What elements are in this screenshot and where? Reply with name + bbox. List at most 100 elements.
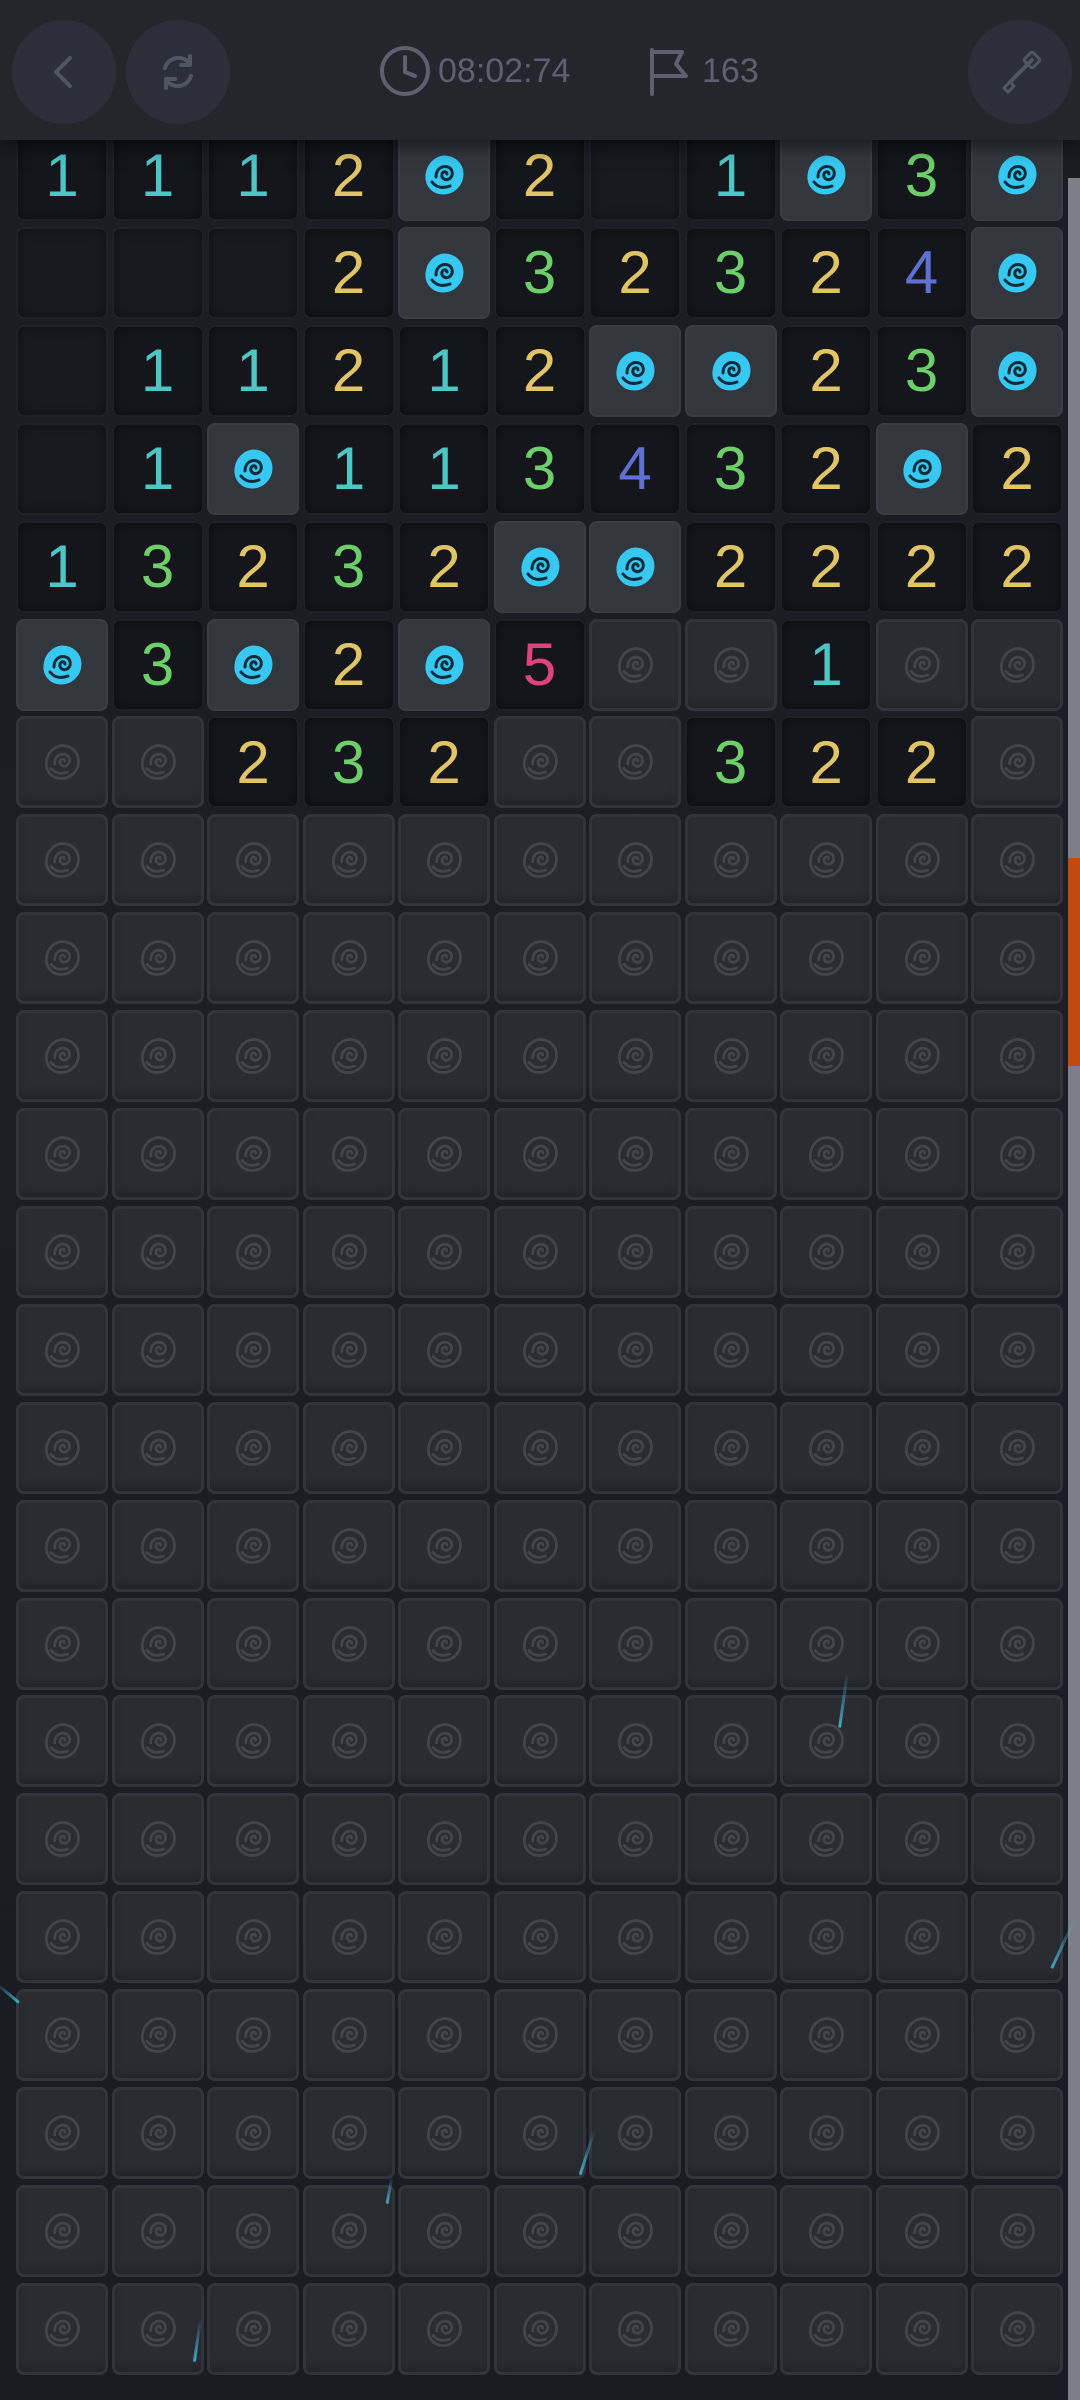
hidden-cell[interactable] — [398, 2087, 490, 2179]
hidden-cell[interactable] — [16, 814, 108, 907]
number-cell[interactable]: 2 — [207, 520, 299, 613]
hidden-cell[interactable] — [589, 1695, 681, 1788]
hidden-cell[interactable] — [398, 1010, 490, 1103]
hidden-cell[interactable] — [684, 618, 777, 711]
hidden-cell[interactable] — [684, 2282, 777, 2375]
hidden-cell[interactable] — [589, 814, 681, 907]
number-cell[interactable]: 2 — [971, 520, 1063, 613]
hidden-cell[interactable] — [684, 1597, 777, 1690]
hidden-cell[interactable] — [302, 2184, 395, 2277]
hidden-cell[interactable] — [684, 1303, 777, 1396]
hidden-cell[interactable] — [207, 1989, 299, 2082]
hidden-cell[interactable] — [302, 1499, 395, 1592]
flagged-cell[interactable] — [971, 324, 1063, 417]
hidden-cell[interactable] — [875, 1891, 968, 1984]
hidden-cell[interactable] — [971, 814, 1063, 907]
hidden-cell[interactable] — [589, 1597, 681, 1690]
flagged-cell[interactable] — [684, 324, 777, 417]
hidden-cell[interactable] — [493, 1597, 586, 1690]
hidden-cell[interactable] — [875, 2087, 968, 2179]
hidden-cell[interactable] — [493, 1695, 586, 1788]
number-cell[interactable]: 2 — [875, 716, 968, 809]
hidden-cell[interactable] — [780, 1205, 872, 1298]
hidden-cell[interactable] — [780, 1401, 872, 1494]
hidden-cell[interactable] — [207, 1597, 299, 1690]
hidden-cell[interactable] — [111, 2282, 204, 2375]
hidden-cell[interactable] — [111, 1205, 204, 1298]
hidden-cell[interactable] — [780, 1010, 872, 1103]
hidden-cell[interactable] — [875, 618, 968, 711]
hidden-cell[interactable] — [16, 1401, 108, 1494]
hidden-cell[interactable] — [589, 1205, 681, 1298]
hidden-cell[interactable] — [780, 912, 872, 1005]
number-cell[interactable]: 2 — [302, 324, 395, 417]
hidden-cell[interactable] — [684, 1401, 777, 1494]
hidden-cell[interactable] — [684, 1891, 777, 1984]
flagged-cell[interactable] — [493, 520, 586, 613]
hidden-cell[interactable] — [398, 1989, 490, 2082]
hidden-cell[interactable] — [398, 2282, 490, 2375]
number-cell[interactable]: 2 — [398, 716, 490, 809]
number-cell[interactable]: 2 — [684, 520, 777, 613]
hidden-cell[interactable] — [16, 1499, 108, 1592]
hidden-cell[interactable] — [780, 2282, 872, 2375]
hidden-cell[interactable] — [207, 1401, 299, 1494]
number-cell[interactable]: 1 — [111, 422, 204, 515]
hidden-cell[interactable] — [971, 618, 1063, 711]
number-cell[interactable]: 3 — [493, 422, 586, 515]
number-cell[interactable]: 3 — [684, 226, 777, 319]
hidden-cell[interactable] — [589, 716, 681, 809]
hidden-cell[interactable] — [111, 1499, 204, 1592]
number-cell[interactable]: 1 — [780, 618, 872, 711]
hidden-cell[interactable] — [207, 2184, 299, 2277]
hidden-cell[interactable] — [589, 2184, 681, 2277]
flagged-cell[interactable] — [398, 226, 490, 319]
hidden-cell[interactable] — [493, 814, 586, 907]
empty-cell[interactable] — [111, 226, 204, 319]
hidden-cell[interactable] — [398, 1891, 490, 1984]
hidden-cell[interactable] — [302, 1695, 395, 1788]
hidden-cell[interactable] — [875, 1793, 968, 1886]
flagged-cell[interactable] — [971, 226, 1063, 319]
number-cell[interactable]: 1 — [111, 129, 204, 221]
hidden-cell[interactable] — [971, 1303, 1063, 1396]
hidden-cell[interactable] — [589, 912, 681, 1005]
hidden-cell[interactable] — [111, 912, 204, 1005]
flagged-cell[interactable] — [16, 618, 108, 711]
hidden-cell[interactable] — [780, 2184, 872, 2277]
number-cell[interactable]: 3 — [684, 422, 777, 515]
hidden-cell[interactable] — [398, 2184, 490, 2277]
number-cell[interactable]: 2 — [302, 226, 395, 319]
hidden-cell[interactable] — [875, 1303, 968, 1396]
hidden-cell[interactable] — [684, 1010, 777, 1103]
hidden-cell[interactable] — [16, 2282, 108, 2375]
hidden-cell[interactable] — [684, 1108, 777, 1200]
number-cell[interactable]: 4 — [589, 422, 681, 515]
hidden-cell[interactable] — [16, 912, 108, 1005]
hidden-cell[interactable] — [207, 912, 299, 1005]
hidden-cell[interactable] — [207, 1499, 299, 1592]
hidden-cell[interactable] — [302, 1401, 395, 1494]
hidden-cell[interactable] — [780, 1499, 872, 1592]
hidden-cell[interactable] — [302, 1989, 395, 2082]
hidden-cell[interactable] — [16, 2087, 108, 2179]
hidden-cell[interactable] — [684, 2184, 777, 2277]
hidden-cell[interactable] — [684, 1793, 777, 1886]
number-cell[interactable]: 3 — [875, 324, 968, 417]
number-cell[interactable]: 3 — [875, 129, 968, 221]
scrollbar-thumb[interactable] — [1068, 858, 1080, 1066]
number-cell[interactable]: 2 — [971, 422, 1063, 515]
flagged-cell[interactable] — [589, 520, 681, 613]
hidden-cell[interactable] — [16, 1891, 108, 1984]
hidden-cell[interactable] — [684, 1205, 777, 1298]
hidden-cell[interactable] — [302, 1891, 395, 1984]
hidden-cell[interactable] — [875, 2282, 968, 2375]
flagged-cell[interactable] — [780, 129, 872, 221]
hidden-cell[interactable] — [398, 1108, 490, 1200]
hidden-cell[interactable] — [684, 1695, 777, 1788]
number-cell[interactable]: 5 — [493, 618, 586, 711]
hidden-cell[interactable] — [398, 912, 490, 1005]
hidden-cell[interactable] — [207, 1793, 299, 1886]
hidden-cell[interactable] — [780, 1597, 872, 1690]
hidden-cell[interactable] — [780, 1108, 872, 1200]
